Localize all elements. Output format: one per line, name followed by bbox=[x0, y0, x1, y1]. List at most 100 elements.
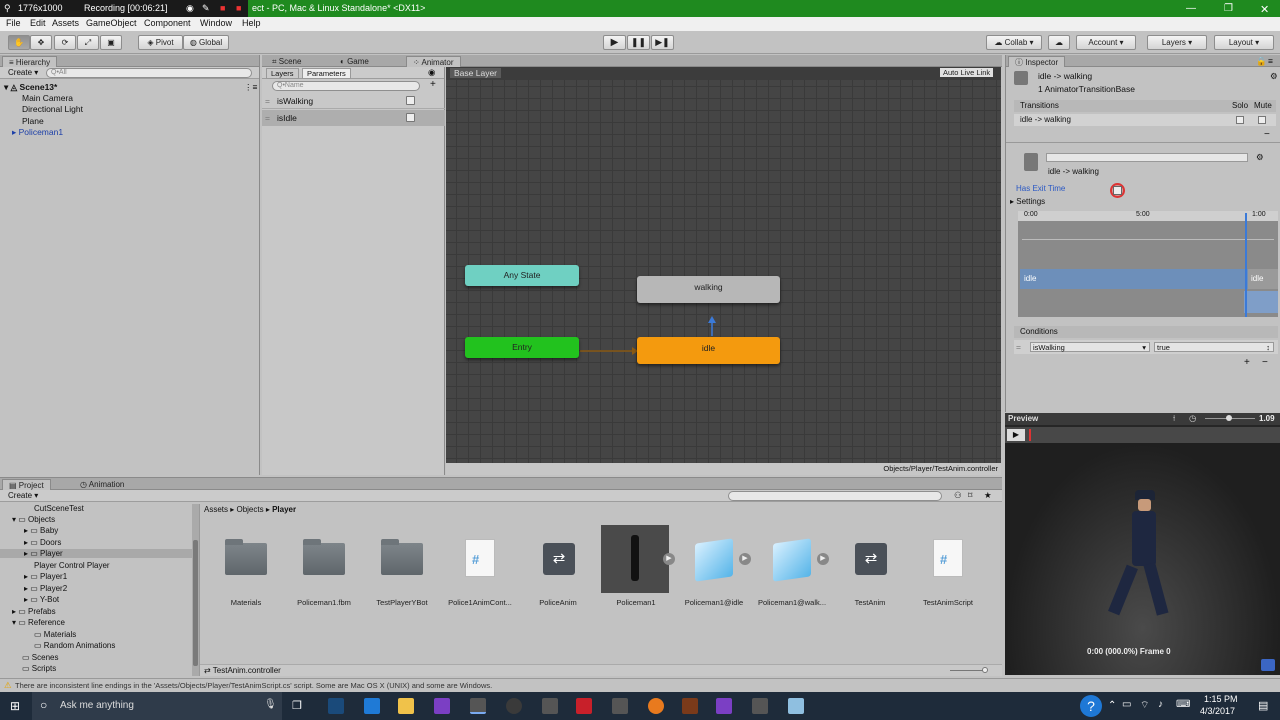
pivot-button[interactable]: ◈ Pivot bbox=[138, 35, 183, 50]
preview-scrubber[interactable] bbox=[1029, 429, 1031, 441]
rotate-tool-icon[interactable]: ⟳ bbox=[54, 35, 76, 50]
tab-layers[interactable]: Layers bbox=[266, 68, 299, 79]
transition-list-item[interactable]: idle -> walking bbox=[1014, 114, 1276, 126]
windows-start-icon[interactable]: ⊞ bbox=[10, 699, 20, 713]
file-explorer-icon[interactable] bbox=[398, 698, 414, 714]
asset-policeanim[interactable]: ⇄ PoliceAnim bbox=[519, 523, 597, 609]
parameter-checkbox[interactable] bbox=[406, 113, 415, 122]
blender-icon[interactable] bbox=[648, 698, 664, 714]
asset-materials[interactable]: Materials bbox=[207, 523, 285, 609]
move-tool-icon[interactable]: ✥ bbox=[30, 35, 52, 50]
menu-gameobject[interactable]: GameObject bbox=[86, 18, 137, 28]
timeline-marker[interactable] bbox=[1245, 213, 1247, 317]
settings-gear-icon[interactable]: ⚙ bbox=[1270, 71, 1278, 82]
unity-icon[interactable] bbox=[470, 698, 486, 714]
pause-button[interactable]: ❚❚ bbox=[627, 35, 650, 50]
asset-policeman-fbm[interactable]: Policeman1.fbm bbox=[285, 523, 363, 609]
filter-label-icon[interactable]: ⌑ bbox=[968, 490, 972, 501]
battery-icon[interactable]: ▭ bbox=[1122, 699, 1131, 710]
menu-component[interactable]: Component bbox=[144, 18, 191, 28]
project-search-input[interactable] bbox=[728, 491, 942, 501]
tab-animation[interactable]: ◷ Animation bbox=[74, 479, 130, 490]
asset-testanim[interactable]: ⇄ TestAnim bbox=[831, 523, 909, 609]
tree-item[interactable]: CutSceneTest bbox=[34, 504, 84, 513]
lock-icon[interactable]: 🔒 bbox=[1256, 56, 1267, 67]
hierarchy-item[interactable]: Directional Light bbox=[22, 104, 83, 114]
favorite-icon[interactable]: ★ bbox=[984, 490, 992, 501]
transition-gear-icon[interactable]: ⚙ bbox=[1256, 152, 1264, 163]
speed-icon[interactable]: ◷ bbox=[1189, 413, 1196, 424]
asset-testplayerybot[interactable]: TestPlayerYBot bbox=[363, 523, 441, 609]
tree-item-materials[interactable]: ▭ Materials bbox=[34, 630, 76, 639]
has-exit-time-checkbox[interactable] bbox=[1113, 186, 1122, 195]
tree-item-baby[interactable]: ▸ ▭ Baby bbox=[24, 526, 58, 535]
steam-icon[interactable] bbox=[328, 698, 344, 714]
parameter-row[interactable]: = isIdle bbox=[262, 110, 445, 126]
tree-item-player1[interactable]: ▸ ▭ Player1 bbox=[24, 572, 67, 581]
hand-tool-icon[interactable]: ✋ bbox=[8, 35, 30, 50]
breadcrumb-player[interactable]: Player bbox=[272, 505, 296, 514]
account-dropdown[interactable]: Account ▾ bbox=[1076, 35, 1136, 50]
clock-time[interactable]: 1:15 PM bbox=[1204, 694, 1238, 704]
add-parameter-icon[interactable]: + bbox=[430, 79, 436, 90]
scene-menu-icon[interactable]: ⋮≡ bbox=[244, 82, 257, 93]
preview-timeline[interactable]: ▶ bbox=[1005, 427, 1280, 443]
eye-icon[interactable]: ◉ bbox=[428, 67, 435, 78]
rect-tool-icon[interactable]: ▣ bbox=[100, 35, 122, 50]
minimize-icon[interactable]: — bbox=[1186, 3, 1196, 14]
app-icon-2[interactable] bbox=[788, 698, 804, 714]
asset-testanimscript[interactable]: # TestAnimScript bbox=[909, 523, 987, 609]
tree-item[interactable]: Player Control Player bbox=[34, 561, 110, 570]
settings-foldout[interactable]: ▸ Settings bbox=[1010, 197, 1045, 206]
node-any-state[interactable]: Any State bbox=[465, 265, 579, 286]
search-icon[interactable]: ⚲ bbox=[4, 3, 11, 14]
tree-item-scripts[interactable]: ▭ Scripts bbox=[22, 664, 56, 673]
help-icon[interactable]: ? bbox=[1080, 695, 1102, 717]
volume-icon[interactable]: ♪ bbox=[1158, 699, 1163, 710]
menu-help[interactable]: Help bbox=[242, 18, 261, 28]
node-idle[interactable]: idle bbox=[637, 337, 780, 364]
parameter-search-input[interactable]: Q•Name bbox=[272, 81, 420, 91]
node-walking[interactable]: walking bbox=[637, 276, 780, 303]
menu-file[interactable]: File bbox=[6, 18, 21, 28]
tree-scroll-thumb[interactable] bbox=[193, 540, 198, 666]
cloud-icon[interactable]: ☁ bbox=[1048, 35, 1070, 50]
obs-icon[interactable] bbox=[506, 698, 522, 714]
tab-parameters[interactable]: Parameters bbox=[302, 68, 351, 79]
hierarchy-item[interactable]: Main Camera bbox=[22, 93, 73, 103]
drag-handle-icon[interactable]: = bbox=[265, 96, 270, 106]
tab-inspector[interactable]: ⓘ Inspector bbox=[1008, 56, 1066, 67]
clock-date[interactable]: 4/3/2017 bbox=[1200, 706, 1235, 716]
asset-police-anim-controller[interactable]: # Police1AnimCont... bbox=[441, 523, 519, 609]
asset-policeman1[interactable]: ▶ Policeman1 bbox=[597, 523, 675, 609]
asset-policeman-idle[interactable]: ▶ Policeman1@idle bbox=[675, 523, 753, 609]
unity-icon-2[interactable] bbox=[542, 698, 558, 714]
tab-scene[interactable]: ⌗ Scene bbox=[266, 56, 307, 67]
hierarchy-search-input[interactable]: Q•All bbox=[46, 68, 252, 78]
menu-edit[interactable]: Edit bbox=[30, 18, 46, 28]
condition-parameter-select[interactable]: isWalking ▾ bbox=[1030, 342, 1150, 352]
breadcrumb-objects[interactable]: Objects bbox=[236, 505, 263, 514]
avatar-icon[interactable] bbox=[1261, 659, 1275, 671]
tree-item-prefabs[interactable]: ▸ ▭ Prefabs bbox=[12, 607, 56, 616]
scale-tool-icon[interactable]: ⤢ bbox=[77, 35, 99, 50]
maximize-icon[interactable]: ❐ bbox=[1224, 3, 1233, 14]
condition-value-select[interactable]: true ↕ bbox=[1154, 342, 1274, 352]
expand-asset-icon[interactable]: ▶ bbox=[817, 553, 829, 565]
tree-item-player2[interactable]: ▸ ▭ Player2 bbox=[24, 584, 67, 593]
mute-checkbox[interactable] bbox=[1258, 116, 1266, 124]
hierarchy-item[interactable]: Plane bbox=[22, 116, 44, 126]
layers-dropdown[interactable]: Layers ▾ bbox=[1147, 35, 1207, 50]
pause-record-icon[interactable]: ■ bbox=[220, 3, 225, 13]
remove-condition-button[interactable]: − bbox=[1262, 357, 1268, 368]
unity-icon-3[interactable] bbox=[612, 698, 628, 714]
transition-timeline[interactable]: 0:00 5:00 1:00 idle idle bbox=[1018, 211, 1278, 317]
cortana-search[interactable]: ○ Ask me anything 🎙 bbox=[32, 692, 282, 720]
tab-animator[interactable]: ⁘ Animator bbox=[406, 56, 461, 67]
unity-icon-4[interactable] bbox=[752, 698, 768, 714]
icon-size-slider[interactable] bbox=[950, 670, 986, 671]
drag-handle-icon[interactable]: = bbox=[1016, 342, 1021, 352]
camera-icon[interactable]: ◉ bbox=[186, 3, 194, 14]
tree-item-objects[interactable]: ▾ ▭ Objects bbox=[12, 515, 55, 524]
notification-icon[interactable]: ▤ bbox=[1258, 699, 1268, 712]
